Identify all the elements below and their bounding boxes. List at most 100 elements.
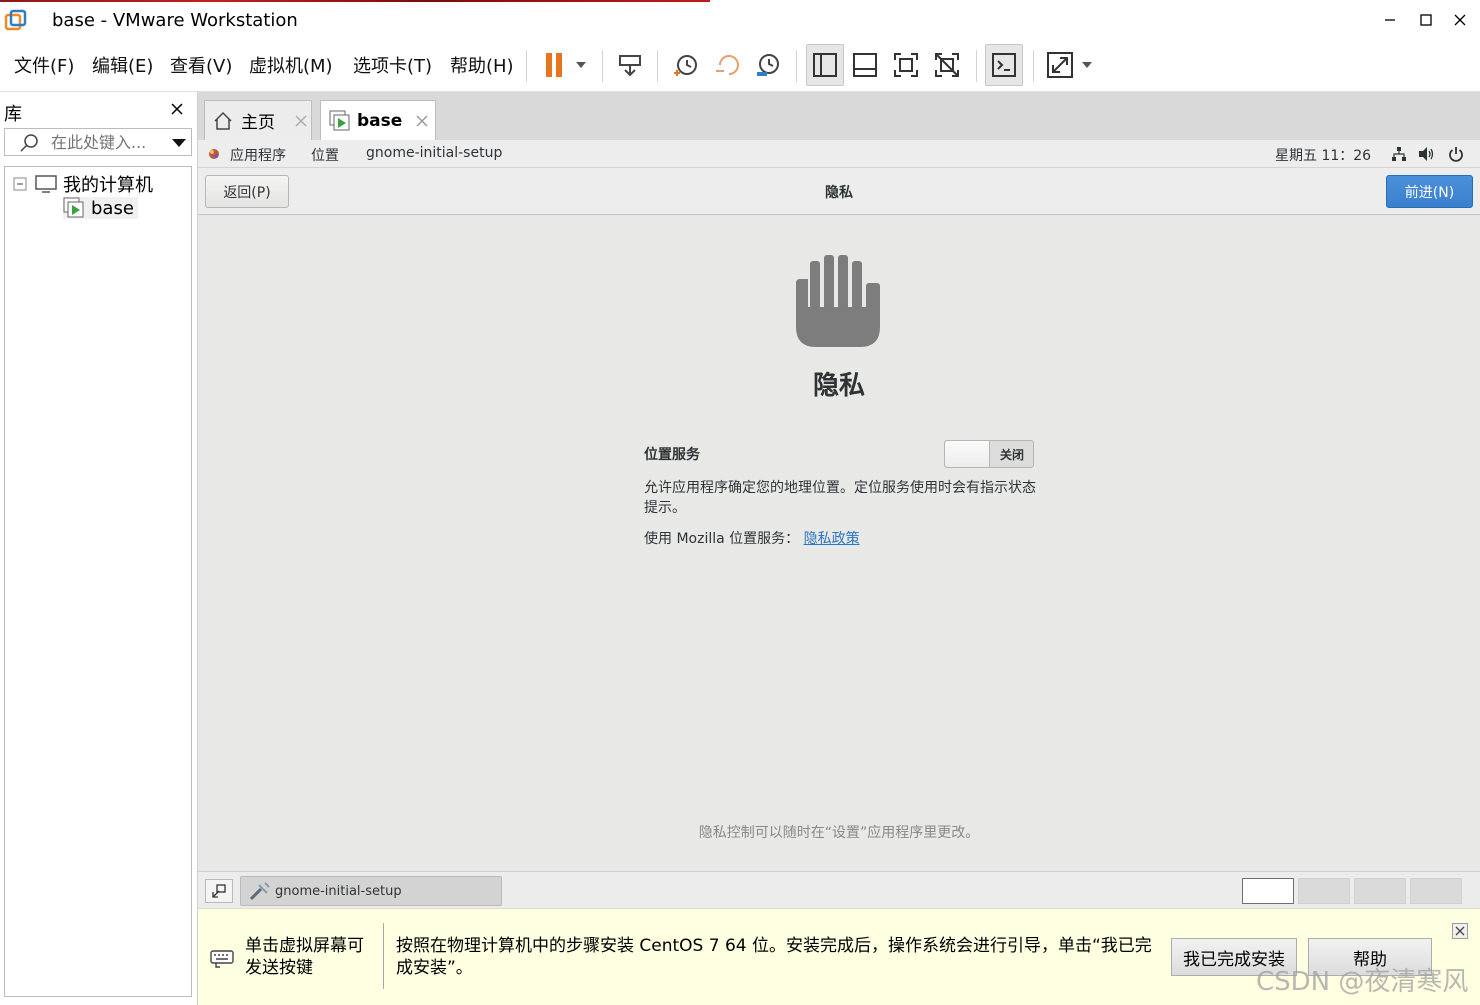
workspace-2[interactable]	[1298, 878, 1350, 904]
menu-tabs[interactable]: 选项卡(T)	[353, 52, 432, 78]
library-close-icon[interactable]	[168, 100, 186, 118]
title-bar: base - VMware Workstation	[0, 0, 1480, 40]
unity-mode-button[interactable]	[928, 44, 966, 86]
title-bar-accent	[0, 0, 710, 2]
home-icon	[213, 111, 233, 131]
menu-vm[interactable]: 虚拟机(M)	[249, 52, 333, 78]
privacy-heading: 隐私	[812, 371, 865, 401]
tab-home[interactable]: 主页	[204, 100, 312, 140]
workspace-1[interactable]	[1242, 878, 1294, 904]
console-view-button[interactable]	[985, 44, 1023, 86]
setup-header-bar: 返回(P) 隐私 前进(N)	[198, 168, 1480, 215]
snapshot-manager-icon	[757, 54, 779, 76]
tree-label-my-computer: 我的计算机	[63, 175, 153, 196]
library-tree: 我的计算机 base	[4, 166, 192, 997]
menu-toolbar: 文件(F) 编辑(E) 查看(V) 虚拟机(M) 选项卡(T) 帮助(H)	[0, 40, 1480, 92]
tab-strip: 主页 base	[198, 92, 1480, 140]
toolbar-separator	[976, 50, 977, 82]
toolbar-separator	[1033, 50, 1034, 82]
stretch-icon	[1047, 52, 1092, 78]
library-title: 库	[4, 104, 22, 125]
volume-icon[interactable]	[1418, 146, 1436, 162]
revert-snapshot-button[interactable]	[709, 44, 747, 86]
toolbar-separator	[657, 50, 658, 82]
full-screen-button[interactable]	[887, 44, 925, 86]
tab-base[interactable]: base	[320, 100, 436, 140]
tab-base-close-icon[interactable]	[416, 114, 428, 127]
click-to-send-keys-hint: 单击虚拟屏幕可发送按键	[245, 936, 364, 978]
send-keys-icon	[619, 55, 641, 77]
keyboard-icon	[210, 945, 234, 969]
gnome-top-panel: 应用程序 位置 gnome-initial-setup 星期五 11：26	[198, 140, 1480, 168]
menu-file[interactable]: 文件(F)	[14, 52, 74, 78]
full-screen-icon	[894, 53, 918, 77]
vm-guest-screen[interactable]: 应用程序 位置 gnome-initial-setup 星期五 11：26 返回…	[198, 140, 1480, 908]
vm-running-icon	[63, 197, 85, 219]
workspace-4[interactable]	[1410, 878, 1462, 904]
console-icon	[992, 53, 1016, 77]
send-ctrl-alt-del-button[interactable]	[611, 44, 649, 86]
tab-base-label: base	[357, 110, 403, 131]
show-desktop-icon	[212, 884, 226, 898]
menu-edit[interactable]: 编辑(E)	[92, 52, 153, 78]
toggle-knob[interactable]	[945, 441, 990, 467]
thumbnail-bar-button[interactable]	[846, 44, 884, 86]
library-view-icon	[813, 53, 837, 77]
network-icon[interactable]	[1391, 146, 1407, 162]
pause-button[interactable]	[536, 44, 592, 86]
computer-icon	[35, 174, 57, 194]
gnome-active-app[interactable]: gnome-initial-setup	[366, 145, 502, 161]
library-panel: 库 我的计算机 base	[0, 92, 198, 1005]
privacy-policy-link[interactable]: 隐私政策	[804, 531, 860, 547]
mozilla-service-text: 使用 Mozilla 位置服务：	[644, 531, 800, 547]
setup-tools-icon	[249, 881, 271, 901]
hint-close-icon[interactable]	[1452, 923, 1468, 939]
taskbar-item-gnome-initial-setup[interactable]: gnome-initial-setup	[240, 876, 502, 906]
mozilla-service-line: 使用 Mozilla 位置服务： 隐私政策	[644, 528, 860, 548]
snapshot-icon	[674, 55, 697, 76]
vmware-logo-icon	[4, 9, 28, 33]
header-title: 隐私	[825, 185, 853, 201]
toolbar-separator	[602, 50, 603, 82]
next-button[interactable]: 前进(N)	[1386, 175, 1473, 208]
toolbar-separator	[526, 50, 527, 82]
show-desktop-button[interactable]	[205, 879, 233, 903]
taskbar-item-label: gnome-initial-setup	[275, 883, 402, 899]
menu-view[interactable]: 查看(V)	[170, 52, 232, 78]
thumbnail-view-icon	[853, 53, 877, 77]
search-dropdown-icon[interactable]	[171, 138, 187, 148]
unity-icon	[935, 53, 959, 77]
power-icon[interactable]	[1448, 146, 1464, 162]
collapse-icon[interactable]	[13, 177, 27, 191]
location-service-label: 位置服务	[644, 447, 700, 463]
snapshot-button[interactable]	[667, 44, 705, 86]
tab-home-close-icon[interactable]	[295, 114, 307, 127]
hint-separator	[383, 923, 384, 989]
maximize-button[interactable]	[1414, 8, 1438, 32]
minimize-button[interactable]	[1378, 8, 1402, 32]
csdn-watermark: CSDN @夜清寒风	[1256, 967, 1469, 997]
snapshot-manager-button[interactable]	[749, 44, 787, 86]
gnome-clock[interactable]: 星期五 11：26	[1275, 145, 1371, 165]
pause-icon	[546, 53, 586, 77]
show-library-button[interactable]	[806, 44, 844, 86]
tree-item-my-computer[interactable]: 我的计算机	[13, 171, 153, 197]
vm-icon	[329, 110, 351, 132]
tree-item-base[interactable]: base	[63, 197, 138, 219]
tree-label-base: base	[91, 197, 134, 219]
gnome-places-menu[interactable]: 位置	[311, 145, 339, 165]
gnome-applications-menu[interactable]: 应用程序	[230, 145, 286, 165]
search-icon	[19, 133, 39, 153]
close-button[interactable]	[1448, 8, 1472, 32]
gnome-apps-icon	[207, 147, 221, 161]
menu-help[interactable]: 帮助(H)	[450, 52, 514, 78]
tab-home-label: 主页	[241, 113, 275, 133]
privacy-hand-icon	[794, 255, 882, 349]
gnome-bottom-panel: gnome-initial-setup	[198, 871, 1480, 908]
toolbar-separator	[796, 50, 797, 82]
stretch-guest-button[interactable]	[1042, 44, 1098, 86]
library-search-input[interactable]	[51, 132, 161, 152]
location-service-toggle[interactable]: 关闭	[944, 440, 1034, 468]
location-description: 允许应用程序确定您的地理位置。定位服务使用时会有指示状态提示。	[644, 480, 1036, 516]
workspace-3[interactable]	[1354, 878, 1406, 904]
